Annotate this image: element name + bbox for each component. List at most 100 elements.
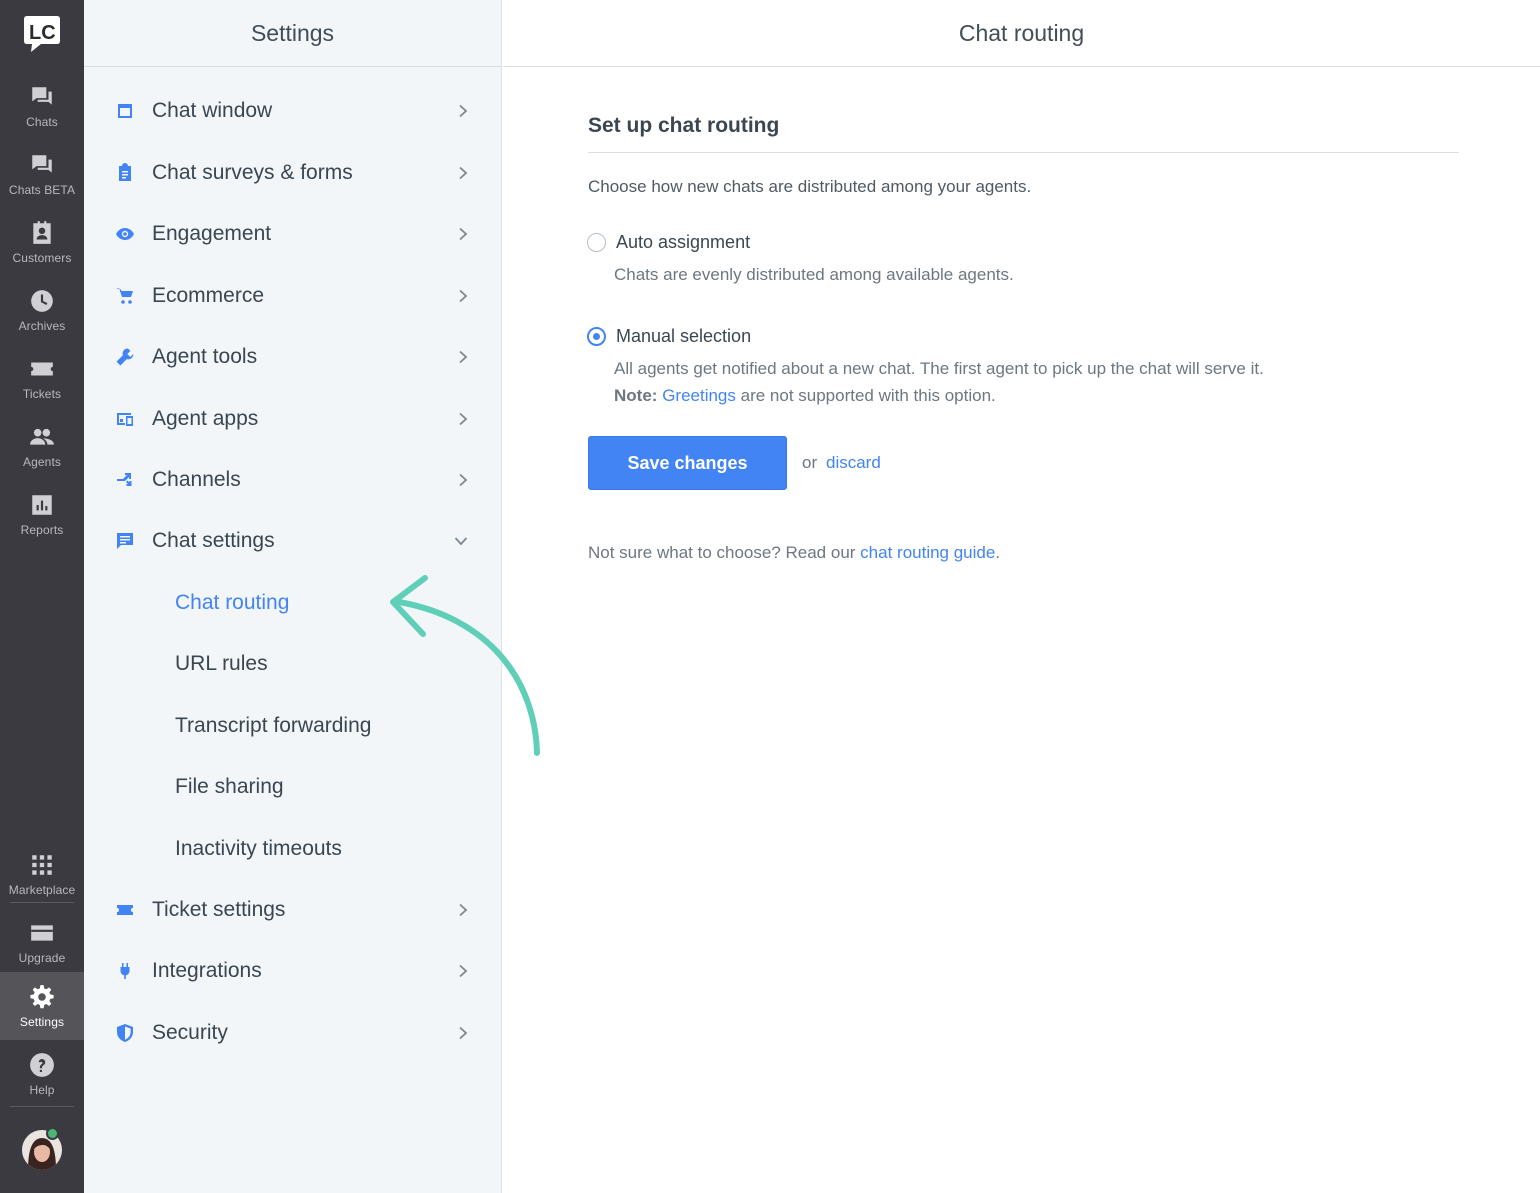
online-status-badge — [46, 1127, 59, 1140]
manual-selection-radio[interactable] — [587, 327, 606, 346]
chevron-right-icon — [456, 412, 470, 426]
chevron-right-icon — [456, 289, 470, 303]
subitem-inactivity-timeouts[interactable]: Inactivity timeouts — [84, 824, 502, 874]
settings-item-security[interactable]: Security — [84, 1008, 502, 1058]
rail-label: Settings — [19, 1015, 65, 1029]
greetings-link[interactable]: Greetings — [662, 386, 736, 405]
chat-bubbles-icon — [32, 155, 52, 173]
subitem-label: URL rules — [175, 652, 268, 675]
question-icon — [30, 1053, 54, 1077]
section-divider — [588, 152, 1459, 153]
chevron-right-icon — [456, 473, 470, 487]
rail-label: Help — [29, 1083, 55, 1097]
rail-item-marketplace[interactable]: Marketplace — [0, 840, 84, 908]
rail-label: Chats — [26, 115, 58, 129]
clock-icon — [31, 290, 53, 312]
ticket-icon — [114, 899, 136, 921]
chat-bubbles-icon — [32, 87, 52, 105]
rail-item-tickets[interactable]: Tickets — [0, 344, 84, 412]
subitem-label: Inactivity timeouts — [175, 837, 342, 860]
manual-selection-label[interactable]: Manual selection — [616, 326, 751, 347]
settings-item-agent-apps[interactable]: Agent apps — [84, 394, 502, 444]
rail-item-archives[interactable]: Archives — [0, 276, 84, 344]
channels-icon — [114, 469, 136, 491]
settings-item-integrations[interactable]: Integrations — [84, 946, 502, 996]
subitem-chat-routing[interactable]: Chat routing — [84, 578, 502, 628]
settings-title: Settings — [84, 0, 501, 67]
chevron-right-icon — [456, 104, 470, 118]
settings-item-engagement[interactable]: Engagement — [84, 209, 502, 259]
chevron-down-icon — [454, 534, 468, 548]
logo-text: LC — [29, 22, 56, 44]
settings-item-label: Agent tools — [152, 345, 258, 368]
rail-item-upgrade[interactable]: Upgrade — [0, 908, 84, 976]
settings-item-label: Agent apps — [152, 407, 259, 430]
settings-item-label: Chat surveys & forms — [152, 161, 353, 184]
rail-label: Tickets — [22, 387, 62, 401]
gear-icon — [30, 985, 54, 1009]
or-text: or — [802, 453, 818, 472]
auto-assignment-desc: Chats are evenly distributed among avail… — [614, 265, 1014, 284]
chevron-right-icon — [456, 964, 470, 978]
chat-settings-icon — [114, 530, 136, 552]
subitem-url-rules[interactable]: URL rules — [84, 639, 502, 689]
rail-label: Marketplace — [8, 883, 76, 897]
chevron-right-icon — [456, 166, 470, 180]
discard-link[interactable]: discard — [826, 453, 881, 473]
chat-routing-guide-link[interactable]: chat routing guide — [860, 543, 995, 562]
subitem-label: File sharing — [175, 775, 284, 798]
ticket-icon — [31, 362, 53, 376]
rail-item-chats-beta[interactable]: Chats BETA — [0, 140, 84, 208]
subitem-label: Chat routing — [175, 591, 290, 614]
rail-item-chats[interactable]: Chats — [0, 72, 84, 140]
settings-item-label: Ticket settings — [152, 898, 286, 921]
settings-item-channels[interactable]: Channels — [84, 455, 502, 505]
auto-assignment-label[interactable]: Auto assignment — [616, 232, 750, 253]
settings-item-chat-surveys[interactable]: Chat surveys & forms — [84, 148, 502, 198]
rail-label: Upgrade — [18, 951, 66, 965]
customer-card-icon — [33, 221, 51, 244]
settings-item-label: Integrations — [152, 959, 262, 982]
settings-item-agent-tools[interactable]: Agent tools — [84, 332, 502, 382]
page-title: Chat routing — [503, 0, 1540, 67]
settings-item-label: Security — [152, 1021, 228, 1044]
rail-item-agents[interactable]: Agents — [0, 412, 84, 480]
window-icon — [114, 100, 136, 122]
settings-item-chat-window[interactable]: Chat window — [84, 86, 502, 136]
subitem-transcript-forwarding[interactable]: Transcript forwarding — [84, 701, 502, 751]
rail-item-settings[interactable]: Settings — [0, 972, 84, 1040]
subitem-label: Transcript forwarding — [175, 714, 372, 737]
section-title: Set up chat routing — [588, 114, 780, 137]
rail-item-help[interactable]: Help — [0, 1040, 84, 1108]
subitem-file-sharing[interactable]: File sharing — [84, 762, 502, 812]
wrench-icon — [114, 346, 136, 368]
settings-item-label: Channels — [152, 468, 241, 491]
note-text: are not supported with this option. — [735, 386, 996, 405]
save-changes-button[interactable]: Save changes — [588, 436, 787, 490]
settings-item-label: Chat settings — [152, 529, 275, 552]
rail-divider — [10, 1106, 74, 1107]
plug-icon — [114, 960, 136, 982]
chevron-right-icon — [456, 1026, 470, 1040]
settings-sidebar: Settings Chat window Chat surveys & form… — [84, 0, 540, 1193]
rail-item-customers[interactable]: Customers — [0, 208, 84, 276]
credit-card-icon — [31, 925, 53, 941]
rail-divider — [10, 902, 74, 903]
rail-item-reports[interactable]: Reports — [0, 480, 84, 548]
manual-selection-note: Note: Greetings are not supported with t… — [614, 386, 996, 406]
auto-assignment-radio[interactable] — [587, 233, 606, 252]
rail-label: Archives — [18, 319, 66, 333]
intro-text: Choose how new chats are distributed amo… — [588, 177, 1032, 196]
settings-item-label: Ecommerce — [152, 284, 265, 307]
bar-chart-icon — [32, 495, 52, 515]
app-rail: LC Chats Chats BETA Customers Archives T… — [0, 0, 84, 1193]
grid-icon — [32, 855, 52, 875]
settings-item-ecommerce[interactable]: Ecommerce — [84, 271, 502, 321]
livechat-logo[interactable]: LC — [23, 14, 61, 54]
settings-item-ticket-settings[interactable]: Ticket settings — [84, 885, 502, 935]
settings-item-chat-settings[interactable]: Chat settings — [84, 516, 502, 566]
chevron-right-icon — [456, 227, 470, 241]
main-content: Chat routing Set up chat routing Choose … — [503, 0, 1540, 1193]
rail-label: Reports — [20, 523, 64, 537]
rail-label: Chats BETA — [8, 183, 76, 197]
